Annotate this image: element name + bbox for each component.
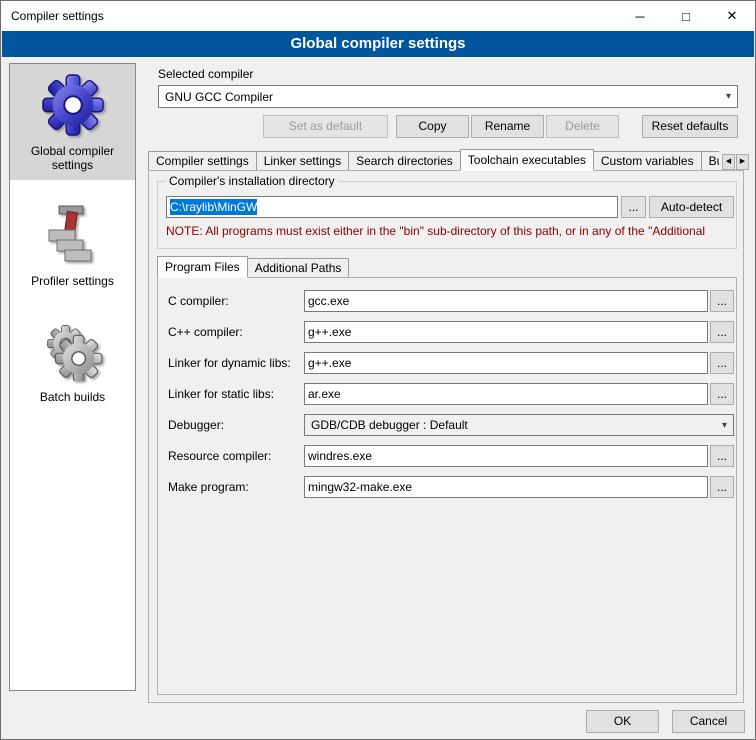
tab-additional-paths[interactable]: Additional Paths [247, 258, 350, 278]
window-controls: ─ □ ✕ [617, 1, 755, 31]
blue-gear-icon [12, 72, 133, 138]
close-icon: ✕ [727, 8, 738, 24]
debugger-label: Debugger: [168, 414, 224, 436]
settings-sidebar: Global compiler settings Profiler settin… [9, 63, 136, 691]
cpp-compiler-label: C++ compiler: [168, 321, 243, 343]
selected-compiler-label: Selected compiler [158, 67, 253, 81]
minimize-button[interactable]: ─ [617, 1, 663, 31]
tab-toolchain-executables[interactable]: Toolchain executables [460, 149, 594, 171]
field-row-debugger: Debugger: GDB/CDB debugger : Default ▾ [158, 414, 736, 436]
installation-directory-group: Compiler's installation directory C:\ray… [157, 181, 737, 249]
browse-button[interactable]: ... [710, 445, 734, 467]
installation-directory-label: Compiler's installation directory [166, 174, 338, 188]
tab-linker-settings[interactable]: Linker settings [256, 151, 349, 171]
sidebar-item-batch-builds[interactable]: Batch builds [10, 310, 135, 412]
window-title: Compiler settings [1, 9, 104, 23]
program-files-panel: C compiler: ... C++ compiler: ... Linker… [157, 277, 737, 695]
browse-button[interactable]: ... [710, 290, 734, 312]
chevron-down-icon: ▾ [726, 91, 731, 102]
sidebar-item-label: Batch builds [12, 390, 133, 404]
field-row-c-compiler: C compiler: ... [158, 290, 736, 312]
tab-custom-variables[interactable]: Custom variables [593, 151, 702, 171]
sidebar-item-label: Profiler settings [12, 274, 133, 288]
compiler-select[interactable]: GNU GCC Compiler ▾ [158, 85, 738, 108]
browse-button[interactable]: ... [710, 352, 734, 374]
chevron-down-icon: ▾ [722, 420, 727, 431]
sidebar-item-profiler-settings[interactable]: Profiler settings [10, 194, 135, 296]
ok-button[interactable]: OK [586, 710, 659, 733]
toolchain-executables-panel: Compiler's installation directory C:\ray… [148, 170, 744, 703]
linker-static-input[interactable] [304, 383, 708, 405]
bin-subdirectory-note: NOTE: All programs must exist either in … [166, 224, 734, 238]
make-program-input[interactable] [304, 476, 708, 498]
field-row-make-program: Make program: ... [158, 476, 736, 498]
c-compiler-input[interactable] [304, 290, 708, 312]
field-row-cpp-compiler: C++ compiler: ... [158, 321, 736, 343]
tab-scroll-right-icon[interactable]: ▶ [736, 154, 749, 170]
maximize-icon: □ [682, 9, 690, 24]
copy-button[interactable]: Copy [396, 115, 469, 138]
auto-detect-button[interactable]: Auto-detect [649, 196, 734, 218]
close-button[interactable]: ✕ [709, 1, 755, 31]
tab-scroll-buttons: ◀ ▶ [721, 154, 749, 170]
browse-button[interactable]: ... [710, 476, 734, 498]
rename-button[interactable]: Rename [471, 115, 544, 138]
install-dir-browse-button[interactable]: ... [621, 196, 646, 218]
maximize-button[interactable]: □ [663, 1, 709, 31]
tab-scroll-left-icon[interactable]: ◀ [722, 154, 735, 170]
settings-tabstrip: Compiler settings Linker settings Search… [148, 149, 719, 171]
set-as-default-button[interactable]: Set as default [263, 115, 388, 138]
cpp-compiler-input[interactable] [304, 321, 708, 343]
resource-compiler-input[interactable] [304, 445, 708, 467]
main-panel: Selected compiler GNU GCC Compiler ▾ Set… [146, 57, 746, 708]
tab-search-directories[interactable]: Search directories [348, 151, 461, 171]
field-row-linker-static: Linker for static libs: ... [158, 383, 736, 405]
install-dir-input[interactable]: C:\raylib\MinGW [166, 196, 618, 218]
sidebar-item-label: Global compiler settings [12, 144, 133, 172]
tab-compiler-settings[interactable]: Compiler settings [148, 151, 257, 171]
compiler-settings-window: Compiler settings ─ □ ✕ Global compiler … [0, 0, 756, 740]
program-files-tabstrip: Program Files Additional Paths [157, 257, 349, 278]
delete-button[interactable]: Delete [546, 115, 619, 138]
titlebar: Compiler settings ─ □ ✕ [1, 1, 755, 31]
tab-build-options[interactable]: Buil [701, 151, 719, 171]
linker-dynamic-label: Linker for dynamic libs: [168, 352, 291, 374]
debugger-select-value: GDB/CDB debugger : Default [311, 418, 468, 432]
resource-compiler-label: Resource compiler: [168, 445, 271, 467]
linker-dynamic-input[interactable] [304, 352, 708, 374]
sidebar-item-global-compiler-settings[interactable]: Global compiler settings [10, 64, 135, 180]
field-row-linker-dynamic: Linker for dynamic libs: ... [158, 352, 736, 374]
linker-static-label: Linker for static libs: [168, 383, 274, 405]
field-row-resource-compiler: Resource compiler: ... [158, 445, 736, 467]
gray-gears-icon [12, 318, 133, 384]
page-title: Global compiler settings [2, 31, 754, 57]
debugger-select[interactable]: GDB/CDB debugger : Default ▾ [304, 414, 734, 436]
reset-defaults-button[interactable]: Reset defaults [642, 115, 738, 138]
make-program-label: Make program: [168, 476, 249, 498]
tab-program-files[interactable]: Program Files [157, 256, 248, 278]
minimize-icon: ─ [635, 9, 644, 24]
cancel-button[interactable]: Cancel [672, 710, 745, 733]
profiler-tool-icon [12, 202, 133, 268]
compiler-select-value: GNU GCC Compiler [165, 90, 273, 104]
install-dir-selected-text: C:\raylib\MinGW [170, 199, 257, 215]
browse-button[interactable]: ... [710, 321, 734, 343]
browse-button[interactable]: ... [710, 383, 734, 405]
c-compiler-label: C compiler: [168, 290, 229, 312]
